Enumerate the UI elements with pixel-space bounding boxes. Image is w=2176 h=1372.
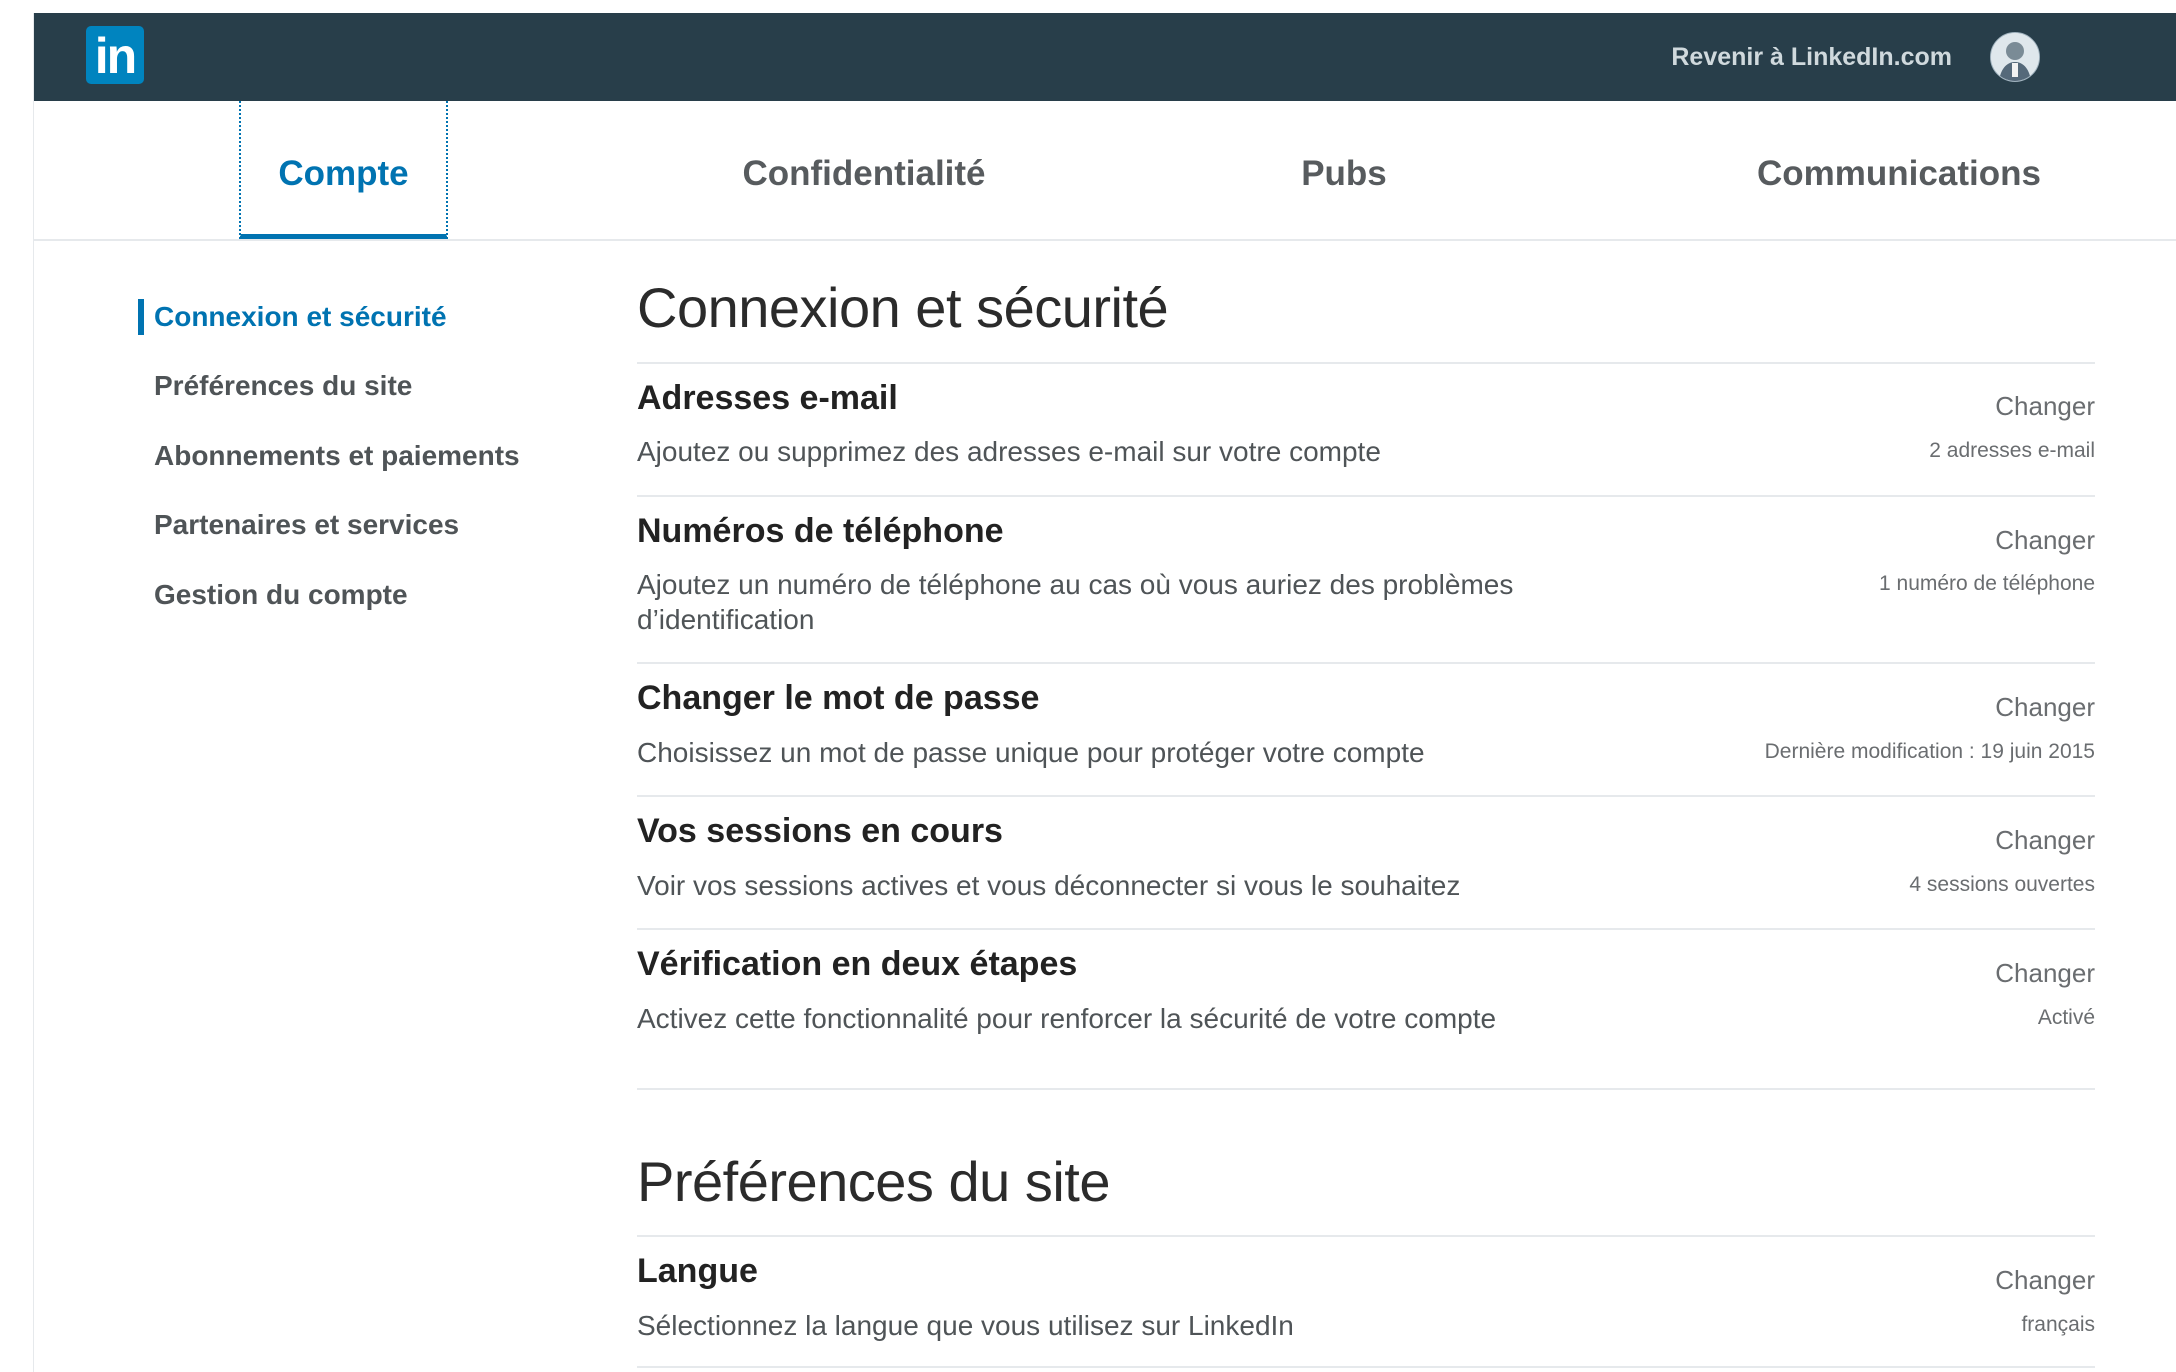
- tab-pubs[interactable]: Pubs: [1264, 101, 1424, 239]
- setting-title-phone[interactable]: Numéros de téléphone: [637, 512, 1004, 551]
- avatar[interactable]: [1990, 32, 2040, 82]
- change-phone-button[interactable]: Changer: [1995, 525, 2095, 556]
- sidebar-item-preferences-site[interactable]: Préférences du site: [154, 366, 412, 406]
- divider: [637, 1235, 2095, 1237]
- setting-title-password[interactable]: Changer le mot de passe: [637, 679, 1039, 718]
- divider: [637, 495, 2095, 497]
- setting-meta-password: Dernière modification : 19 juin 2015: [1764, 740, 2095, 763]
- setting-meta-phone: 1 numéro de téléphone: [1879, 572, 2095, 595]
- setting-title-two-step[interactable]: Vérification en deux étapes: [637, 945, 1077, 984]
- active-indicator: [138, 299, 144, 335]
- setting-desc-password: Choisissez un mot de passe unique pour p…: [637, 737, 1425, 768]
- sidebar-item-abonnements-paiements[interactable]: Abonnements et paiements: [154, 436, 520, 476]
- sidebar-item-connexion-securite[interactable]: Connexion et sécurité: [154, 297, 447, 337]
- setting-desc-phone: Ajoutez un numéro de téléphone au cas où…: [637, 569, 1514, 635]
- sidebar-item-partenaires-services[interactable]: Partenaires et services: [154, 505, 459, 545]
- setting-meta-two-step: Activé: [2037, 1006, 2095, 1029]
- setting-title-sessions[interactable]: Vos sessions en cours: [637, 812, 1003, 851]
- tab-confidentialite[interactable]: Confidentialité: [694, 101, 1034, 239]
- change-two-step-button[interactable]: Changer: [1995, 958, 2095, 989]
- top-bar: in Revenir à LinkedIn.com: [34, 13, 2176, 101]
- divider: [637, 795, 2095, 797]
- setting-desc-email: Ajoutez ou supprimez des adresses e-mail…: [637, 436, 1381, 467]
- change-password-button[interactable]: Changer: [1995, 692, 2095, 723]
- divider: [637, 928, 2095, 930]
- setting-title-email[interactable]: Adresses e-mail: [637, 379, 898, 418]
- tab-communications[interactable]: Communications: [1734, 101, 2064, 239]
- change-sessions-button[interactable]: Changer: [1995, 825, 2095, 856]
- setting-title-language[interactable]: Langue: [637, 1252, 758, 1291]
- setting-meta-email: 2 adresses e-mail: [1929, 439, 2095, 462]
- back-to-linkedin-link[interactable]: Revenir à LinkedIn.com: [1671, 40, 1952, 74]
- section-title-preferences-site: Préférences du site: [637, 1150, 1110, 1213]
- section-title-connexion-securite: Connexion et sécurité: [637, 276, 1169, 339]
- settings-page: in Revenir à LinkedIn.com Compte Confide…: [33, 13, 2176, 1372]
- linkedin-logo-icon[interactable]: in: [86, 26, 144, 84]
- divider: [637, 662, 2095, 664]
- divider: [637, 1366, 2095, 1368]
- change-language-button[interactable]: Changer: [1995, 1265, 2095, 1296]
- setting-meta-sessions: 4 sessions ouvertes: [1909, 873, 2095, 896]
- divider: [637, 1088, 2095, 1090]
- user-avatar-icon: [1991, 33, 2039, 81]
- divider: [637, 362, 2095, 364]
- setting-desc-language: Sélectionnez la langue que vous utilisez…: [637, 1310, 1294, 1341]
- setting-desc-sessions: Voir vos sessions actives et vous déconn…: [637, 870, 1461, 901]
- setting-desc-two-step: Activez cette fonctionnalité pour renfor…: [637, 1003, 1497, 1034]
- sidebar-item-gestion-compte[interactable]: Gestion du compte: [154, 575, 408, 615]
- tab-compte[interactable]: Compte: [239, 101, 448, 239]
- change-email-button[interactable]: Changer: [1995, 391, 2095, 422]
- settings-tabs: Compte Confidentialité Pubs Communicatio…: [34, 101, 2176, 241]
- setting-meta-language: français: [2021, 1313, 2095, 1336]
